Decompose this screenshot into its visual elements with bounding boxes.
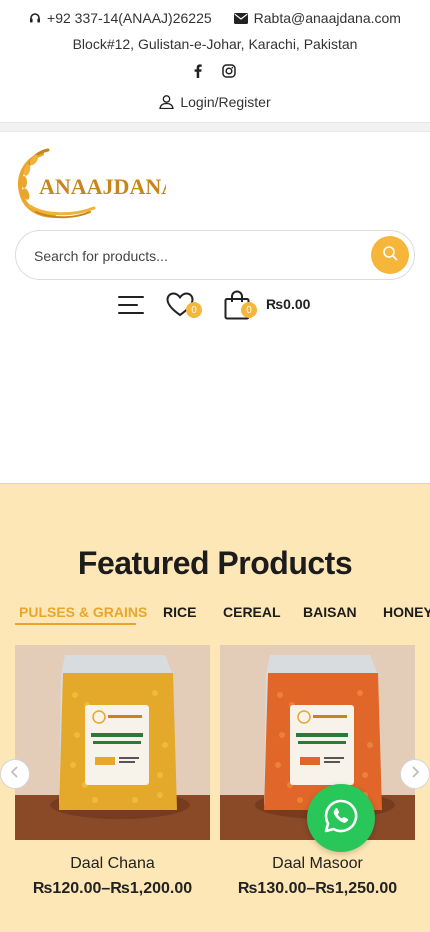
facebook-icon[interactable]	[194, 63, 202, 81]
login-label: Login/Register	[180, 94, 271, 110]
product-price: ₨130.00–₨1,250.00	[237, 880, 398, 897]
contact-row: +92 337-14(ANAAJ)26225 Rabta@anaajdana.c…	[0, 8, 430, 28]
category-tabs: PULSES & GRAINS RICE CEREAL BAISAN HONEY	[0, 604, 430, 626]
tab-baisan[interactable]: BAISAN	[303, 604, 357, 620]
email-link[interactable]: Rabta@anaajdana.com	[233, 10, 401, 26]
tab-pulses-grains[interactable]: PULSES & GRAINS	[19, 604, 147, 620]
headset-icon	[29, 12, 41, 24]
wishlist-count-badge: 0	[186, 302, 202, 318]
product-search	[15, 230, 415, 280]
logo-text: ANAAJDANA	[39, 174, 166, 199]
header-divider	[0, 123, 430, 132]
featured-products-section: Featured Products PULSES & GRAINS RICE C…	[0, 483, 430, 932]
whatsapp-icon	[323, 798, 359, 839]
cart-count-badge: 0	[241, 302, 257, 318]
whatsapp-chat-button[interactable]	[307, 784, 375, 852]
search-input[interactable]	[34, 243, 364, 269]
cart-button[interactable]: 0	[224, 290, 258, 322]
address-text: Block#12, Gulistan-e-Johar, Karachi, Pak…	[72, 36, 358, 52]
login-row: Login/Register	[0, 92, 430, 112]
envelope-icon	[233, 12, 248, 24]
search-icon	[382, 245, 398, 266]
chevron-right-icon	[410, 765, 420, 783]
carousel-next-button[interactable]	[400, 759, 430, 789]
product-price: ₨120.00–₨1,200.00	[32, 880, 193, 897]
instagram-icon[interactable]	[222, 63, 236, 81]
tab-honey[interactable]: HONEY	[383, 604, 430, 620]
site-logo[interactable]: ANAAJDANA	[14, 146, 177, 220]
product-name[interactable]: Daal Masoor	[220, 855, 415, 873]
address-row: Block#12, Gulistan-e-Johar, Karachi, Pak…	[0, 34, 430, 54]
tab-rice[interactable]: RICE	[163, 604, 196, 620]
search-button[interactable]	[371, 236, 409, 274]
chevron-left-icon	[10, 765, 20, 783]
section-title: Featured Products	[77, 545, 353, 581]
product-name[interactable]: Daal Chana	[15, 855, 210, 873]
top-bar: +92 337-14(ANAAJ)26225 Rabta@anaajdana.c…	[0, 0, 430, 123]
wishlist-button[interactable]: 0	[166, 290, 202, 320]
active-tab-indicator	[15, 623, 136, 625]
social-row	[0, 62, 430, 82]
header-actions: 0 0 ₨0.00	[0, 288, 430, 324]
cart-total[interactable]: ₨0.00	[266, 296, 310, 312]
login-register-link[interactable]: Login/Register	[159, 94, 271, 110]
menu-hamburger-icon[interactable]	[118, 292, 144, 318]
tab-cereal[interactable]: CEREAL	[223, 604, 281, 620]
phone-text: +92 337-14(ANAAJ)26225	[47, 10, 212, 26]
product-image[interactable]	[15, 645, 210, 840]
carousel-prev-button[interactable]	[0, 759, 30, 789]
email-text: Rabta@anaajdana.com	[253, 10, 401, 26]
phone-link[interactable]: +92 337-14(ANAAJ)26225	[29, 10, 212, 26]
user-icon	[159, 95, 175, 109]
